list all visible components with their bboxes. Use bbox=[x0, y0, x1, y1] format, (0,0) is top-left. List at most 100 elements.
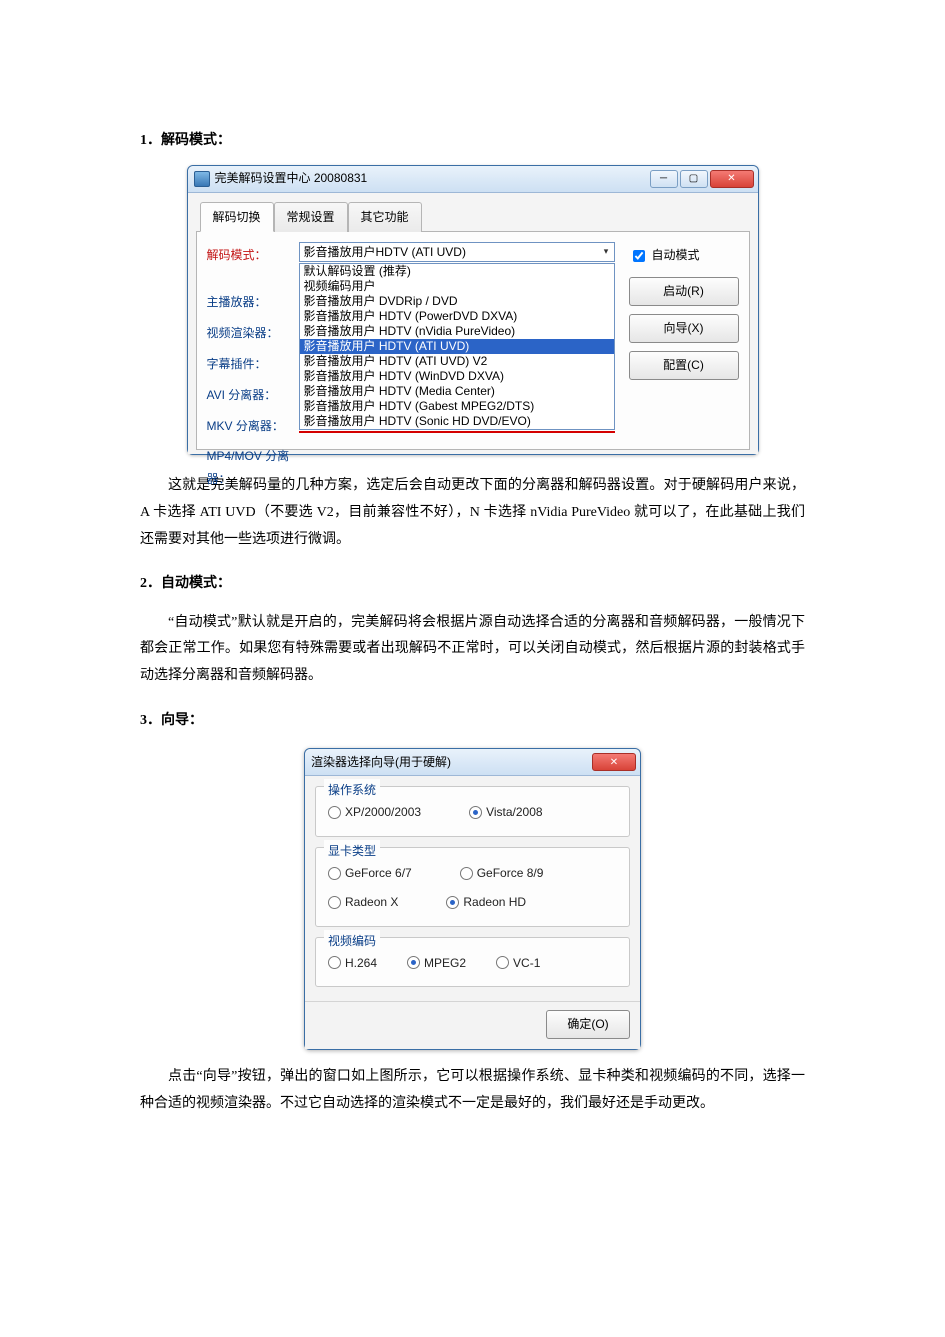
paragraph-3: 点击“向导”按钮，弹出的窗口如上图所示，它可以根据操作系统、显卡种类和视频编码的… bbox=[140, 1064, 805, 1117]
close-icon: ✕ bbox=[727, 169, 735, 188]
radio-label: MPEG2 bbox=[424, 952, 466, 975]
label-avi: AVI 分离器： bbox=[207, 382, 299, 407]
section-1-heading: 1．解码模式： bbox=[140, 128, 805, 155]
section-2-heading: 2．自动模式： bbox=[140, 571, 805, 598]
mode-option[interactable]: 影音播放用户 HDTV (nVidia PureVideo) bbox=[300, 324, 614, 339]
tab-body: 解码模式： 影音播放用户HDTV (ATI UVD) ▾ 默认解码设置 (推荐)… bbox=[196, 232, 750, 450]
os-row: XP/2000/2003 Vista/2008 bbox=[328, 801, 617, 824]
gpu-row-2: Radeon X Radeon HD bbox=[328, 891, 617, 914]
gpu-row-1: GeForce 6/7 GeForce 8/9 bbox=[328, 862, 617, 885]
label-subtitle: 字幕插件： bbox=[207, 351, 299, 376]
radio-label: H.264 bbox=[345, 952, 377, 975]
dialog-titlebar: 渲染器选择向导(用于硬解) ✕ bbox=[305, 749, 640, 776]
dialog-title: 渲染器选择向导(用于硬解) bbox=[311, 751, 451, 774]
radio-icon bbox=[496, 956, 509, 969]
settings-window: 完美解码设置中心 20080831 ─ ▢ ✕ 解码切换 常规设置 其它功能 bbox=[187, 165, 759, 456]
mode-combobox[interactable]: 影音播放用户HDTV (ATI UVD) ▾ bbox=[299, 242, 615, 262]
radio-radeonx[interactable]: Radeon X bbox=[328, 891, 398, 914]
codec-row: H.264 MPEG2 VC-1 bbox=[328, 952, 617, 975]
radio-label: Vista/2008 bbox=[486, 801, 543, 824]
tab-general[interactable]: 常规设置 bbox=[274, 202, 348, 233]
wizard-button[interactable]: 向导(X) bbox=[629, 314, 739, 343]
radio-label: Radeon X bbox=[345, 891, 398, 914]
radio-label: XP/2000/2003 bbox=[345, 801, 421, 824]
radio-icon bbox=[328, 867, 341, 880]
radio-vc1[interactable]: VC-1 bbox=[496, 952, 540, 975]
label-player: 主播放器： bbox=[207, 289, 299, 314]
close-icon: ✕ bbox=[610, 753, 618, 772]
ok-button[interactable]: 确定(O) bbox=[546, 1010, 630, 1039]
window-buttons: ─ ▢ ✕ bbox=[650, 170, 754, 188]
radio-os-vista[interactable]: Vista/2008 bbox=[469, 801, 543, 824]
app-icon bbox=[194, 171, 210, 187]
radio-os-xp[interactable]: XP/2000/2003 bbox=[328, 801, 421, 824]
mode-option[interactable]: 影音播放用户 HDTV (Media Center) bbox=[300, 384, 614, 399]
dialog-close-button[interactable]: ✕ bbox=[592, 753, 636, 771]
radio-icon bbox=[407, 956, 420, 969]
maximize-button[interactable]: ▢ bbox=[680, 170, 708, 188]
close-button[interactable]: ✕ bbox=[710, 170, 754, 188]
group-gpu: 显卡类型 GeForce 6/7 GeForce 8/9 Radeon X bbox=[315, 847, 630, 927]
auto-mode-checkbox[interactable]: 自动模式 bbox=[629, 244, 739, 267]
auto-mode-label: 自动模式 bbox=[652, 244, 700, 267]
window-titlebar: 完美解码设置中心 20080831 ─ ▢ ✕ bbox=[188, 166, 758, 193]
document-page: 1．解码模式： 完美解码设置中心 20080831 ─ ▢ ✕ 解 bbox=[0, 0, 945, 1189]
window-title: 完美解码设置中心 20080831 bbox=[215, 167, 368, 190]
label-renderer: 视频渲染器： bbox=[207, 320, 299, 345]
radio-h264[interactable]: H.264 bbox=[328, 952, 377, 975]
wizard-dialog: 渲染器选择向导(用于硬解) ✕ 操作系统 XP/2000/2003 bbox=[304, 748, 641, 1050]
start-button[interactable]: 启动(R) bbox=[629, 277, 739, 306]
mode-option[interactable]: 影音播放用户 DVDRip / DVD bbox=[300, 294, 614, 309]
radio-icon bbox=[446, 896, 459, 909]
radio-label: Radeon HD bbox=[463, 891, 526, 914]
tab-decode[interactable]: 解码切换 bbox=[200, 202, 274, 233]
maximize-icon: ▢ bbox=[689, 169, 698, 188]
group-codec-legend: 视频编码 bbox=[324, 930, 380, 953]
titlebar-left: 完美解码设置中心 20080831 bbox=[194, 167, 368, 190]
mode-option-selected[interactable]: 影音播放用户 HDTV (ATI UVD) bbox=[300, 339, 614, 354]
mode-option[interactable]: 影音播放用户 HDTV (WinDVD DXVA) bbox=[300, 369, 614, 384]
group-os: 操作系统 XP/2000/2003 Vista/2008 bbox=[315, 786, 630, 837]
radio-icon bbox=[328, 956, 341, 969]
section-3-heading: 3．向导： bbox=[140, 708, 805, 735]
group-codec: 视频编码 H.264 MPEG2 VC-1 bbox=[315, 937, 630, 988]
radio-label: GeForce 8/9 bbox=[477, 862, 544, 885]
auto-mode-check[interactable] bbox=[633, 250, 645, 262]
mode-option[interactable]: 影音播放用户 HDTV (Gabest MPEG2/DTS) bbox=[300, 399, 614, 414]
config-button[interactable]: 配置(C) bbox=[629, 351, 739, 380]
mode-dropdown-list: 默认解码设置 (推荐) 视频编码用户 影音播放用户 DVDRip / DVD 影… bbox=[299, 263, 615, 430]
mode-option[interactable]: 影音播放用户 HDTV (Sonic HD DVD/EVO) bbox=[300, 414, 614, 429]
dialog-buttons: ✕ bbox=[592, 753, 636, 771]
radio-label: GeForce 6/7 bbox=[345, 862, 412, 885]
radio-icon bbox=[460, 867, 473, 880]
radio-geforce67[interactable]: GeForce 6/7 bbox=[328, 862, 412, 885]
minimize-icon: ─ bbox=[660, 169, 667, 188]
label-mode: 解码模式： bbox=[207, 242, 299, 267]
group-gpu-legend: 显卡类型 bbox=[324, 840, 380, 863]
radio-icon bbox=[469, 806, 482, 819]
mode-option[interactable]: 默认解码设置 (推荐) bbox=[300, 264, 614, 279]
mode-combo-wrap: 影音播放用户HDTV (ATI UVD) ▾ 默认解码设置 (推荐) 视频编码用… bbox=[299, 242, 615, 433]
mode-combo-value: 影音播放用户HDTV (ATI UVD) bbox=[304, 242, 466, 262]
radio-radeonhd[interactable]: Radeon HD bbox=[446, 891, 526, 914]
tab-strip: 解码切换 常规设置 其它功能 bbox=[196, 201, 750, 233]
dialog-footer: 确定(O) bbox=[305, 1001, 640, 1049]
window-client: 解码切换 常规设置 其它功能 解码模式： 影音播放用户HDTV (ATI UVD… bbox=[188, 193, 758, 455]
dialog-titlebar-left: 渲染器选择向导(用于硬解) bbox=[311, 751, 451, 774]
mode-option[interactable]: 影音播放用户 HDTV (PowerDVD DXVA) bbox=[300, 309, 614, 324]
mode-option[interactable]: 视频编码用户 bbox=[300, 279, 614, 294]
dialog-body: 操作系统 XP/2000/2003 Vista/2008 显卡类型 bbox=[305, 776, 640, 1001]
mode-option[interactable]: 影音播放用户 HDTV (ATI UVD) V2 bbox=[300, 354, 614, 369]
chevron-down-icon: ▾ bbox=[599, 243, 614, 259]
form-right-column: 自动模式 启动(R) 向导(X) 配置(C) bbox=[629, 242, 739, 439]
radio-mpeg2[interactable]: MPEG2 bbox=[407, 952, 466, 975]
label-mp4: MP4/MOV 分离器： bbox=[207, 443, 299, 491]
paragraph-2: “自动模式”默认就是开启的，完美解码将会根据片源自动选择合适的分离器和音频解码器… bbox=[140, 610, 805, 690]
group-os-legend: 操作系统 bbox=[324, 779, 380, 802]
tab-other[interactable]: 其它功能 bbox=[348, 202, 422, 233]
radio-label: VC-1 bbox=[513, 952, 540, 975]
minimize-button[interactable]: ─ bbox=[650, 170, 678, 188]
radio-icon bbox=[328, 806, 341, 819]
radio-geforce89[interactable]: GeForce 8/9 bbox=[460, 862, 544, 885]
radio-icon bbox=[328, 896, 341, 909]
